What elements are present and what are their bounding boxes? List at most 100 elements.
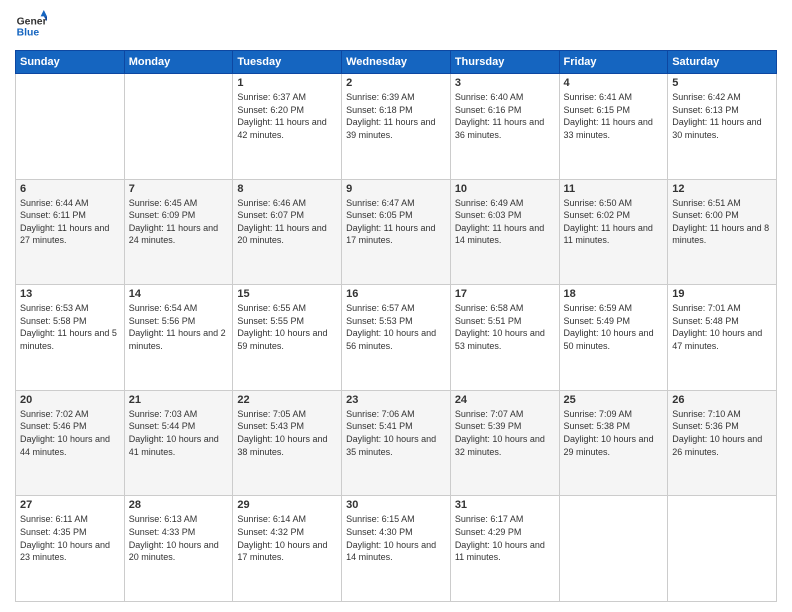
svg-text:Blue: Blue — [17, 28, 40, 39]
day-content: Sunrise: 6:59 AM Sunset: 5:49 PM Dayligh… — [564, 302, 664, 352]
day-number: 16 — [346, 288, 446, 300]
day-number: 20 — [20, 394, 120, 406]
calendar-cell: 19 Sunrise: 7:01 AM Sunset: 5:48 PM Dayli… — [668, 285, 777, 391]
day-content: Sunrise: 6:50 AM Sunset: 6:02 PM Dayligh… — [564, 197, 664, 247]
calendar-cell: 5 Sunrise: 6:42 AM Sunset: 6:13 PM Daylig… — [668, 74, 777, 180]
calendar-cell: 10Sunrise: 6:49 AM Sunset: 6:03 PM Dayli… — [450, 179, 559, 285]
day-content: Sunrise: 6:57 AM Sunset: 5:53 PM Dayligh… — [346, 302, 446, 352]
calendar-cell: 7Sunrise: 6:45 AM Sunset: 6:09 PM Daylig… — [124, 179, 233, 285]
day-header-friday: Friday — [559, 51, 668, 74]
calendar-cell: 12Sunrise: 6:51 AM Sunset: 6:00 PM Dayli… — [668, 179, 777, 285]
day-number: 22 — [237, 394, 337, 406]
calendar-cell: 11 Sunrise: 6:50 AM Sunset: 6:02 PM Dayli… — [559, 179, 668, 285]
day-content: Sunrise: 6:13 AM Sunset: 4:33 PM Dayligh… — [129, 513, 229, 563]
page: General Blue SundayMondayTuesdayWednesda… — [0, 0, 792, 612]
day-content: Sunrise: 6:47 AM Sunset: 6:05 PM Dayligh… — [346, 197, 446, 247]
calendar-cell: 28 Sunrise: 6:13 AM Sunset: 4:33 PM Dayli… — [124, 496, 233, 602]
day-number: 28 — [129, 499, 229, 511]
day-number: 2 — [346, 77, 446, 89]
day-header-wednesday: Wednesday — [342, 51, 451, 74]
day-number: 30 — [346, 499, 446, 511]
calendar-cell: 3Sunrise: 6:40 AM Sunset: 6:16 PM Daylig… — [450, 74, 559, 180]
day-content: Sunrise: 7:05 AM Sunset: 5:43 PM Dayligh… — [237, 408, 337, 458]
day-number: 5 — [672, 77, 772, 89]
day-number: 11 — [564, 183, 664, 195]
day-number: 27 — [20, 499, 120, 511]
day-number: 25 — [564, 394, 664, 406]
calendar-cell: 26Sunrise: 7:10 AM Sunset: 5:36 PM Dayli… — [668, 390, 777, 496]
calendar-cell — [668, 496, 777, 602]
day-number: 17 — [455, 288, 555, 300]
calendar-cell: 29Sunrise: 6:14 AM Sunset: 4:32 PM Dayli… — [233, 496, 342, 602]
calendar-cell — [16, 74, 125, 180]
calendar-cell — [559, 496, 668, 602]
day-content: Sunrise: 6:58 AM Sunset: 5:51 PM Dayligh… — [455, 302, 555, 352]
day-number: 18 — [564, 288, 664, 300]
calendar-cell: 8Sunrise: 6:46 AM Sunset: 6:07 PM Daylig… — [233, 179, 342, 285]
calendar-cell: 31 Sunrise: 6:17 AM Sunset: 4:29 PM Dayli… — [450, 496, 559, 602]
calendar-cell: 27 Sunrise: 6:11 AM Sunset: 4:35 PM Dayli… — [16, 496, 125, 602]
calendar-cell: 17 Sunrise: 6:58 AM Sunset: 5:51 PM Dayli… — [450, 285, 559, 391]
day-content: Sunrise: 7:02 AM Sunset: 5:46 PM Dayligh… — [20, 408, 120, 458]
calendar-cell: 9 Sunrise: 6:47 AM Sunset: 6:05 PM Daylig… — [342, 179, 451, 285]
day-content: Sunrise: 6:37 AM Sunset: 6:20 PM Dayligh… — [237, 91, 337, 141]
day-content: Sunrise: 6:51 AM Sunset: 6:00 PM Dayligh… — [672, 197, 772, 247]
week-row-2: 6 Sunrise: 6:44 AM Sunset: 6:11 PM Daylig… — [16, 179, 777, 285]
calendar-cell: 23Sunrise: 7:06 AM Sunset: 5:41 PM Dayli… — [342, 390, 451, 496]
day-content: Sunrise: 7:03 AM Sunset: 5:44 PM Dayligh… — [129, 408, 229, 458]
calendar-cell: 21Sunrise: 7:03 AM Sunset: 5:44 PM Dayli… — [124, 390, 233, 496]
day-number: 14 — [129, 288, 229, 300]
week-row-3: 13 Sunrise: 6:53 AM Sunset: 5:58 PM Dayli… — [16, 285, 777, 391]
calendar-cell: 1 Sunrise: 6:37 AM Sunset: 6:20 PM Daylig… — [233, 74, 342, 180]
day-number: 19 — [672, 288, 772, 300]
day-header-monday: Monday — [124, 51, 233, 74]
day-number: 15 — [237, 288, 337, 300]
day-content: Sunrise: 7:09 AM Sunset: 5:38 PM Dayligh… — [564, 408, 664, 458]
day-content: Sunrise: 6:49 AM Sunset: 6:03 PM Dayligh… — [455, 197, 555, 247]
calendar-cell: 25 Sunrise: 7:09 AM Sunset: 5:38 PM Dayli… — [559, 390, 668, 496]
day-number: 1 — [237, 77, 337, 89]
day-number: 31 — [455, 499, 555, 511]
day-header-sunday: Sunday — [16, 51, 125, 74]
days-row: SundayMondayTuesdayWednesdayThursdayFrid… — [16, 51, 777, 74]
day-number: 3 — [455, 77, 555, 89]
day-number: 7 — [129, 183, 229, 195]
day-content: Sunrise: 6:46 AM Sunset: 6:07 PM Dayligh… — [237, 197, 337, 247]
day-number: 13 — [20, 288, 120, 300]
day-content: Sunrise: 6:53 AM Sunset: 5:58 PM Dayligh… — [20, 302, 120, 352]
header: General Blue — [15, 10, 777, 42]
logo-icon: General Blue — [15, 10, 47, 42]
calendar-cell: 4Sunrise: 6:41 AM Sunset: 6:15 PM Daylig… — [559, 74, 668, 180]
day-number: 23 — [346, 394, 446, 406]
day-content: Sunrise: 6:11 AM Sunset: 4:35 PM Dayligh… — [20, 513, 120, 563]
day-content: Sunrise: 6:44 AM Sunset: 6:11 PM Dayligh… — [20, 197, 120, 247]
week-row-4: 20 Sunrise: 7:02 AM Sunset: 5:46 PM Dayli… — [16, 390, 777, 496]
calendar-cell: 24Sunrise: 7:07 AM Sunset: 5:39 PM Dayli… — [450, 390, 559, 496]
day-content: Sunrise: 6:39 AM Sunset: 6:18 PM Dayligh… — [346, 91, 446, 141]
day-number: 26 — [672, 394, 772, 406]
day-content: Sunrise: 6:42 AM Sunset: 6:13 PM Dayligh… — [672, 91, 772, 141]
day-number: 6 — [20, 183, 120, 195]
day-content: Sunrise: 6:15 AM Sunset: 4:30 PM Dayligh… — [346, 513, 446, 563]
day-header-saturday: Saturday — [668, 51, 777, 74]
day-number: 9 — [346, 183, 446, 195]
logo: General Blue — [15, 10, 51, 42]
calendar-header: SundayMondayTuesdayWednesdayThursdayFrid… — [16, 51, 777, 74]
calendar-cell: 20 Sunrise: 7:02 AM Sunset: 5:46 PM Dayli… — [16, 390, 125, 496]
day-content: Sunrise: 6:17 AM Sunset: 4:29 PM Dayligh… — [455, 513, 555, 563]
day-content: Sunrise: 6:14 AM Sunset: 4:32 PM Dayligh… — [237, 513, 337, 563]
calendar-cell: 18 Sunrise: 6:59 AM Sunset: 5:49 PM Dayli… — [559, 285, 668, 391]
calendar-cell: 14 Sunrise: 6:54 AM Sunset: 5:56 PM Dayli… — [124, 285, 233, 391]
day-content: Sunrise: 7:01 AM Sunset: 5:48 PM Dayligh… — [672, 302, 772, 352]
calendar-cell: 6 Sunrise: 6:44 AM Sunset: 6:11 PM Daylig… — [16, 179, 125, 285]
calendar-body: 1 Sunrise: 6:37 AM Sunset: 6:20 PM Daylig… — [16, 74, 777, 602]
day-number: 4 — [564, 77, 664, 89]
calendar-table: SundayMondayTuesdayWednesdayThursdayFrid… — [15, 50, 777, 602]
week-row-5: 27 Sunrise: 6:11 AM Sunset: 4:35 PM Dayli… — [16, 496, 777, 602]
day-content: Sunrise: 6:54 AM Sunset: 5:56 PM Dayligh… — [129, 302, 229, 352]
week-row-1: 1 Sunrise: 6:37 AM Sunset: 6:20 PM Daylig… — [16, 74, 777, 180]
day-header-tuesday: Tuesday — [233, 51, 342, 74]
svg-text:General: General — [17, 16, 47, 27]
calendar-cell — [124, 74, 233, 180]
day-header-thursday: Thursday — [450, 51, 559, 74]
